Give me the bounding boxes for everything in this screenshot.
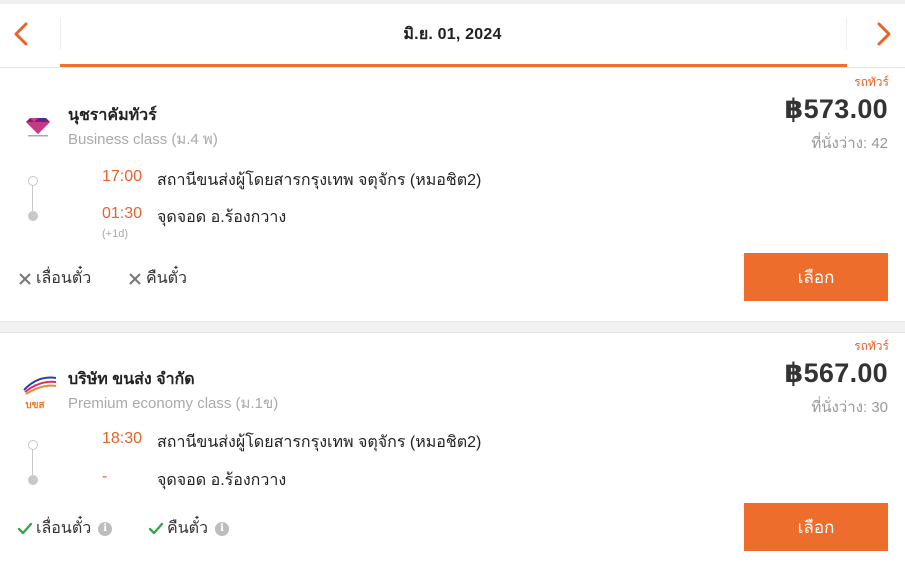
departure-station: สถานีขนส่งผู้โดยสารกรุงเทพ จตุจักร (หมอช… <box>157 172 482 189</box>
info-icon[interactable]: i <box>215 521 230 536</box>
divider <box>846 18 847 50</box>
arrival-station: จุดจอด อ.ร้องกวาง <box>157 209 287 226</box>
seats-available: ที่นั่งว่าง: 30 <box>811 399 888 416</box>
check-icon <box>17 522 33 534</box>
timeline-start-dot <box>28 176 38 186</box>
timeline-end-dot <box>28 475 38 485</box>
departure-station: สถานีขนส่งผู้โดยสารกรุงเทพ จตุจักร (หมอช… <box>157 434 482 451</box>
operator-logo: บขส <box>22 373 58 411</box>
timeline-line <box>32 186 33 211</box>
selected-date: มิ.ย. 01, 2024 <box>403 26 502 43</box>
ticket-price: ฿567.00 <box>784 358 888 388</box>
reschedule-label: เลื่อนตั๋ว <box>36 270 92 287</box>
seats-available: ที่นั่งว่าง: 42 <box>811 135 888 152</box>
trip-card[interactable]: รถทัวร์ บขส บริษัท ขนส่ง จำกัด Premium e… <box>0 333 905 567</box>
arrival-station: จุดจอด อ.ร้องกวาง <box>157 472 287 489</box>
arrival-time: - <box>102 468 108 485</box>
timeline-line <box>32 450 33 475</box>
cross-icon <box>129 272 141 285</box>
date-active-underline <box>60 64 847 67</box>
reschedule-label: เลื่อนตั๋ว <box>36 520 92 537</box>
logo-text: บขส <box>25 400 45 411</box>
bus-type-tag: รถทัวร์ <box>854 75 889 89</box>
date-navigation-bar: มิ.ย. 01, 2024 <box>0 0 905 68</box>
trip-card[interactable]: รถทัวร์ นุชราคัมทัวร์ Business class (ม.… <box>0 69 905 321</box>
reschedule-policy: เลื่อนตั๋ว i <box>17 516 113 541</box>
chevron-right-icon <box>877 22 891 46</box>
select-trip-button[interactable]: เลือก <box>744 503 888 551</box>
timeline-start-dot <box>28 440 38 450</box>
select-trip-button[interactable]: เลือก <box>744 253 888 301</box>
bus-type-tag: รถทัวร์ <box>854 339 889 353</box>
logo-swoosh <box>23 376 57 395</box>
departure-time: 17:00 <box>102 168 143 185</box>
refund-policy: คืนตั๋ว <box>127 266 187 291</box>
card-separator <box>0 321 905 333</box>
cross-icon <box>19 272 31 285</box>
arrival-time: 01:30 <box>102 205 143 222</box>
operator-logo <box>26 118 50 137</box>
refund-label: คืนตั๋ว <box>146 270 188 287</box>
seat-class: Business class (ม.4 พ) <box>68 131 218 148</box>
refund-policy: คืนตั๋ว i <box>148 516 230 541</box>
check-icon <box>148 522 164 534</box>
operator-name: บริษัท ขนส่ง จำกัด <box>68 371 195 388</box>
timeline-end-dot <box>28 211 38 221</box>
departure-time: 18:30 <box>102 430 143 447</box>
info-icon[interactable]: i <box>98 521 113 536</box>
refund-label: คืนตั๋ว <box>167 520 209 537</box>
ticket-price: ฿573.00 <box>784 94 888 124</box>
next-date-button[interactable] <box>864 14 904 54</box>
seat-class: Premium economy class (ม.1ข) <box>68 395 279 412</box>
operator-name: นุชราคัมทัวร์ <box>68 107 157 124</box>
reschedule-policy: เลื่อนตั๋ว <box>17 266 91 291</box>
arrival-day-offset: (+1d) <box>102 228 128 240</box>
top-strip <box>0 0 905 4</box>
